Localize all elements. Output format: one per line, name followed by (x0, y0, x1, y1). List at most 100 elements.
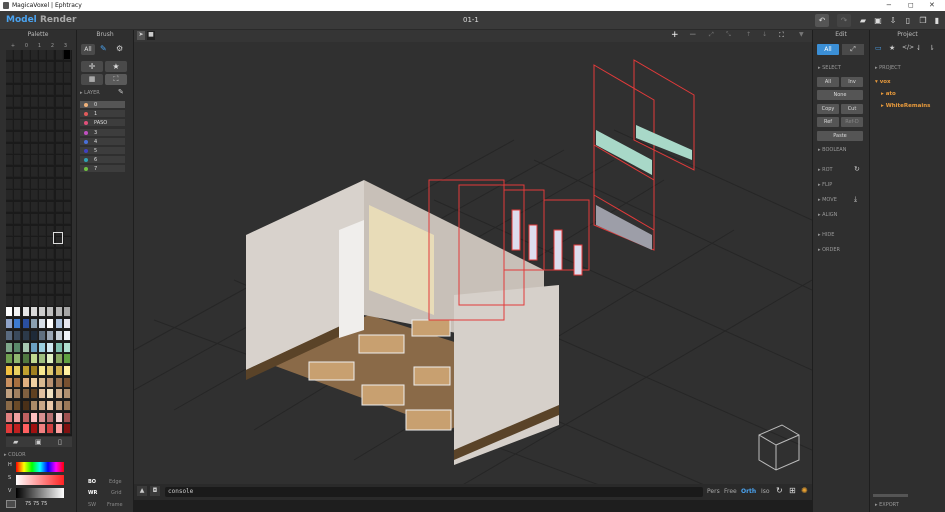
palette-swatch[interactable] (47, 377, 55, 388)
palette-swatch[interactable] (6, 365, 13, 376)
palette-swatch[interactable] (63, 237, 71, 248)
saturation-slider[interactable] (16, 475, 64, 485)
palette-swatch[interactable] (30, 342, 38, 353)
palette-swatch[interactable] (22, 190, 30, 201)
camera-tool-icon[interactable]: ■ (147, 31, 155, 40)
palette-swatch[interactable] (55, 73, 63, 84)
boolean-section[interactable]: ▸ BOOLEAN (818, 147, 846, 153)
open-folder-icon[interactable]: ▰ (856, 14, 870, 27)
palette-swatch[interactable] (39, 412, 46, 423)
palette-swatch[interactable] (14, 202, 22, 213)
palette-swatch[interactable] (14, 365, 22, 376)
palette-swatch[interactable] (47, 96, 55, 107)
palette-swatch[interactable] (63, 284, 71, 294)
palette-swatch[interactable] (39, 248, 46, 259)
palette-swatch[interactable] (47, 61, 55, 72)
palette-swatch[interactable] (22, 167, 30, 177)
palette-swatch[interactable] (14, 108, 22, 119)
align-section[interactable]: ▸ ALIGN (818, 212, 837, 218)
palette-swatch[interactable] (47, 354, 55, 365)
palette-swatch[interactable] (6, 284, 13, 294)
palette-swatch[interactable] (30, 50, 38, 60)
edge-toggle[interactable]: Edge (109, 479, 122, 485)
palette-swatch[interactable] (6, 248, 13, 259)
palette-swatch[interactable] (30, 85, 38, 96)
palette-swatch[interactable] (30, 178, 38, 189)
palette-swatch[interactable] (55, 354, 63, 365)
palette-swatch[interactable] (39, 96, 46, 107)
palette-swatch[interactable] (63, 73, 71, 84)
view-mode-iso[interactable]: Iso (761, 488, 770, 495)
palette-swatch[interactable] (63, 424, 71, 435)
expand-up-icon[interactable]: ▲ (137, 486, 147, 496)
palette-swatch[interactable] (22, 131, 30, 142)
palette-swatch[interactable] (47, 213, 55, 224)
palette-swatch[interactable] (6, 202, 13, 213)
grid-icon[interactable]: ▦ (81, 74, 103, 85)
expand-icon[interactable]: ⤢ (709, 31, 714, 39)
palette-swatch[interactable] (14, 120, 22, 131)
palette-swatch[interactable] (14, 96, 22, 107)
palette-swatch[interactable] (47, 73, 55, 84)
palette-tab-1[interactable]: 1 (38, 43, 41, 49)
palette-swatch[interactable] (39, 354, 46, 365)
palette-swatch[interactable] (63, 61, 71, 72)
palette-swatch[interactable] (55, 108, 63, 119)
palette-swatch[interactable] (30, 155, 38, 166)
palette-swatch[interactable] (55, 342, 63, 353)
palette-swatch[interactable] (47, 295, 55, 306)
palette-swatch[interactable] (6, 61, 13, 72)
palette-swatch[interactable] (47, 248, 55, 259)
palette-swatch[interactable] (47, 108, 55, 119)
palette-swatch[interactable] (47, 319, 55, 330)
arrow-down-icon[interactable]: ↓ (762, 31, 767, 38)
palette-swatch[interactable] (55, 389, 63, 400)
palette-swatch[interactable] (55, 61, 63, 72)
palette-swatch[interactable] (47, 342, 55, 353)
palette-swatch[interactable] (30, 354, 38, 365)
palette-swatch[interactable] (30, 108, 38, 119)
palette-swatch[interactable] (55, 96, 63, 107)
palette-swatch[interactable] (63, 85, 71, 96)
palette-swatch[interactable] (63, 295, 71, 306)
palette-swatch[interactable] (47, 284, 55, 294)
palette-swatch[interactable] (30, 307, 38, 318)
palette-swatch[interactable] (39, 73, 46, 84)
palette-tab-2[interactable]: 2 (51, 43, 54, 49)
palette-swatch[interactable] (63, 365, 71, 376)
palette-swatch[interactable] (30, 412, 38, 423)
new-file-icon[interactable]: ▯ (901, 14, 915, 27)
palette-swatch[interactable] (47, 85, 55, 96)
palette-swatch[interactable] (14, 225, 22, 236)
copy-file-icon[interactable]: ❐ (916, 14, 930, 27)
select-region-icon[interactable]: ⛶ (105, 74, 127, 85)
palette-swatch[interactable] (55, 190, 63, 201)
palette-swatch[interactable] (39, 131, 46, 142)
palette-swatch[interactable] (30, 319, 38, 330)
palette-swatch[interactable] (55, 131, 63, 142)
palette-swatch[interactable] (39, 319, 46, 330)
palette-swatch[interactable] (14, 190, 22, 201)
palette-swatch[interactable] (63, 377, 71, 388)
camera-icon[interactable]: ◘ (150, 486, 160, 496)
palette-swatch[interactable] (63, 272, 71, 283)
palette-swatch[interactable] (22, 295, 30, 306)
brush-wr[interactable]: WR (88, 490, 97, 496)
palette-swatch[interactable] (30, 248, 38, 259)
arrow-up-icon[interactable]: ↑ (746, 31, 751, 38)
sort-alt-icon[interactable]: ⇂ (929, 44, 935, 52)
palette-swatch[interactable] (30, 377, 38, 388)
palette-swatch[interactable] (55, 295, 63, 306)
palette-swatch[interactable] (47, 131, 55, 142)
palette-swatch[interactable] (22, 73, 30, 84)
layer-item[interactable]: 1 (80, 110, 125, 119)
palette-swatch[interactable] (22, 96, 30, 107)
layer-item[interactable]: 6 (80, 156, 125, 165)
palette-swatch[interactable] (22, 401, 30, 411)
edit-mode-all[interactable]: All (817, 44, 839, 55)
palette-swatch[interactable] (22, 202, 30, 213)
undo-icon[interactable]: ↶ (815, 14, 829, 27)
palette-swatch[interactable] (63, 319, 71, 330)
palette-swatch[interactable] (22, 330, 30, 341)
palette-swatch[interactable] (47, 155, 55, 166)
